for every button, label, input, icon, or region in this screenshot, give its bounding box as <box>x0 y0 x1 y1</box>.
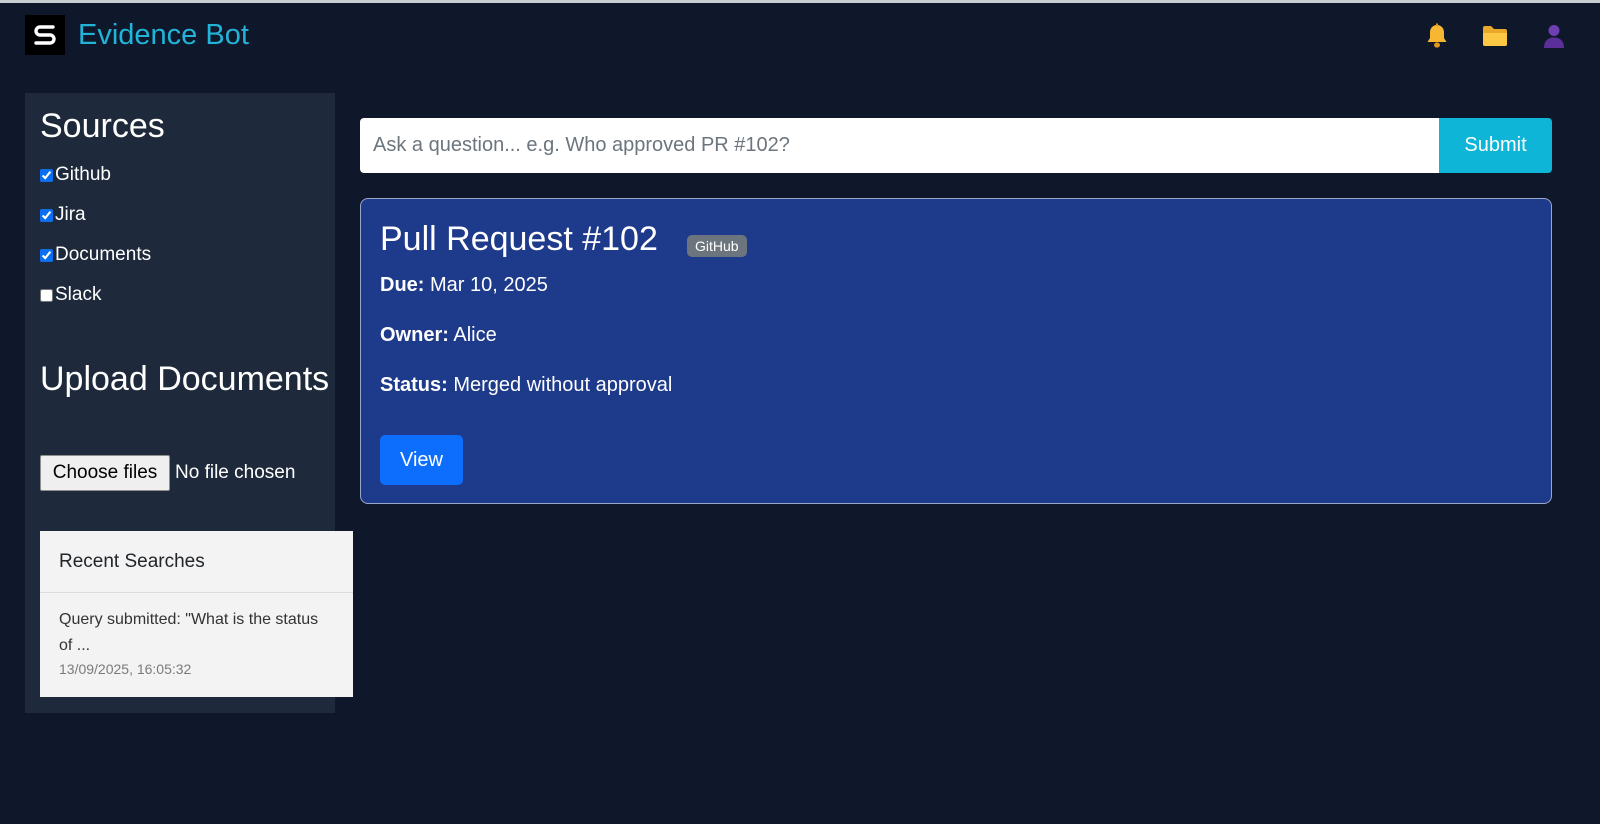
github-checkbox[interactable] <box>40 168 53 182</box>
user-icon[interactable] <box>1539 21 1569 51</box>
search-input[interactable] <box>360 118 1439 173</box>
app-title[interactable]: Evidence Bot <box>78 16 249 54</box>
recent-search-timestamp: 13/09/2025, 16:05:32 <box>59 661 192 677</box>
owner-value: Alice <box>453 324 497 346</box>
app-header: Evidence Bot <box>0 3 1600 67</box>
logo-s-icon <box>34 25 56 45</box>
view-button[interactable]: View <box>380 435 463 485</box>
recent-searches-heading: Recent Searches <box>40 531 353 593</box>
source-github[interactable]: Github <box>40 163 111 187</box>
recent-search-query: Query submitted: "What is the status of … <box>59 611 319 654</box>
source-label: Jira <box>55 204 86 225</box>
bell-icon[interactable] <box>1422 21 1452 51</box>
source-jira[interactable]: Jira <box>40 203 86 227</box>
due-label: Due: <box>380 274 425 296</box>
source-label: Slack <box>55 284 102 305</box>
result-title: Pull Request #102 <box>380 220 658 258</box>
sources-heading: Sources <box>40 107 165 145</box>
status-label: Status: <box>380 374 448 396</box>
source-badge: GitHub <box>687 235 747 257</box>
owner-field: Owner: Alice <box>380 322 497 348</box>
source-documents[interactable]: Documents <box>40 243 151 267</box>
submit-button[interactable]: Submit <box>1439 118 1552 173</box>
source-label: Documents <box>55 244 152 265</box>
recent-search-item[interactable]: Query submitted: "What is the status of … <box>40 593 353 677</box>
due-field: Due: Mar 10, 2025 <box>380 272 548 298</box>
upload-heading: Upload Documents <box>40 360 330 398</box>
choose-files-button[interactable]: Choose files <box>40 455 170 491</box>
due-value: Mar 10, 2025 <box>430 274 548 296</box>
slack-checkbox[interactable] <box>40 288 53 302</box>
logo[interactable] <box>25 15 65 55</box>
owner-label: Owner: <box>380 324 449 346</box>
file-status: No file chosen <box>175 462 296 483</box>
sidebar: Sources Github Jira Documents Slack Uplo… <box>25 93 353 713</box>
recent-searches-panel: Recent Searches Query submitted: "What i… <box>40 531 353 697</box>
source-slack[interactable]: Slack <box>40 283 101 307</box>
result-card: Pull Request #102 GitHub Due: Mar 10, 20… <box>360 198 1552 504</box>
jira-checkbox[interactable] <box>40 208 53 222</box>
status-field: Status: Merged without approval <box>380 372 672 398</box>
documents-checkbox[interactable] <box>40 248 53 262</box>
source-label: Github <box>55 164 111 185</box>
folder-icon[interactable] <box>1480 21 1510 51</box>
status-value: Merged without approval <box>453 374 673 396</box>
search-bar: Submit <box>360 118 1552 173</box>
